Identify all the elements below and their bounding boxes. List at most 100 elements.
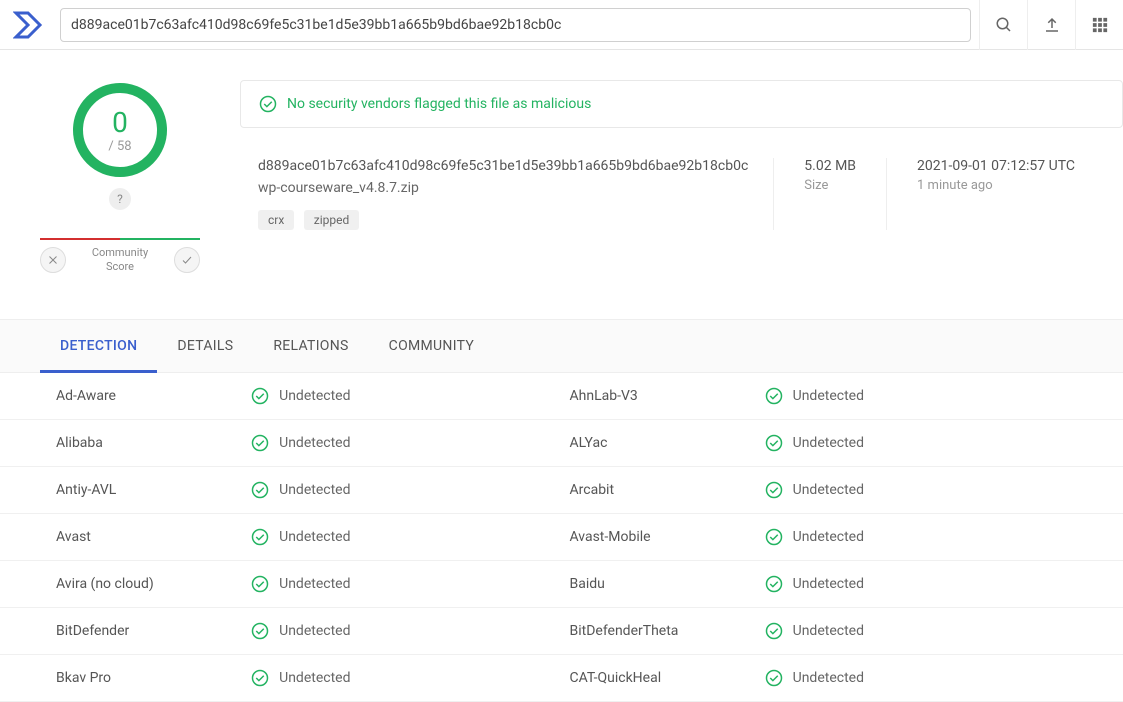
- detection-cell: CAT-QuickHeal Undetected: [570, 669, 1084, 687]
- search-button[interactable]: [979, 0, 1027, 50]
- vendor-name: ALYac: [570, 435, 765, 451]
- detection-cell: ALYac Undetected: [570, 434, 1084, 452]
- check-circle-icon: [765, 387, 783, 405]
- detection-cell: AlibabaUndetected: [56, 434, 570, 452]
- score-numerator: 0: [112, 106, 128, 139]
- time-block: 2021-09-01 07:12:57 UTC 1 minute ago: [886, 158, 1105, 230]
- result-text: Undetected: [793, 435, 864, 451]
- detection-result: Undetected: [765, 575, 1083, 593]
- detection-result: Undetected: [765, 434, 1083, 452]
- table-row: AvastUndetectedAvast-Mobile Undetected: [0, 514, 1123, 561]
- detection-result: Undetected: [765, 387, 1083, 405]
- vendor-name: Avast-Mobile: [570, 529, 765, 545]
- detection-result: Undetected: [765, 669, 1083, 687]
- status-banner: No security vendors flagged this file as…: [240, 80, 1123, 128]
- vendor-name: Antiy-AVL: [56, 482, 251, 498]
- detection-table: Ad-AwareUndetectedAhnLab-V3UndetectedAli…: [0, 373, 1123, 702]
- detection-cell: AvastUndetected: [56, 528, 570, 546]
- logo[interactable]: [8, 5, 48, 45]
- vendor-name: Bkav Pro: [56, 670, 251, 686]
- summary-section: 0 / 58 ? Community Score No security ven…: [0, 80, 1123, 295]
- detection-cell: BitDefenderUndetected: [56, 622, 570, 640]
- detail-column: No security vendors flagged this file as…: [240, 80, 1123, 275]
- table-row: BitDefenderUndetectedBitDefenderTheta Und…: [0, 608, 1123, 655]
- tab-relations[interactable]: RELATIONS: [253, 320, 368, 372]
- check-circle-icon: [251, 669, 269, 687]
- check-circle-icon: [765, 528, 783, 546]
- detection-cell: Avira (no cloud) Undetected: [56, 575, 570, 593]
- check-circle-icon: [251, 575, 269, 593]
- tag[interactable]: zipped: [304, 210, 359, 230]
- check-circle-icon: [765, 622, 783, 640]
- check-circle-icon: [765, 481, 783, 499]
- tab-details[interactable]: DETAILS: [157, 320, 253, 372]
- apps-button[interactable]: [1075, 0, 1123, 50]
- table-row: Avira (no cloud) Undetected Baidu Undetecte…: [0, 561, 1123, 608]
- file-hash: d889ace01b7c63afc410d98c69fe5c31be1d5e39…: [258, 158, 773, 174]
- detection-cell: Avast-Mobile Undetected: [570, 528, 1084, 546]
- vendor-name: Arcabit: [570, 482, 765, 498]
- upload-button[interactable]: [1027, 0, 1075, 50]
- search-input[interactable]: [71, 17, 960, 33]
- file-tags: crx zipped: [258, 210, 773, 230]
- search-container: [60, 8, 971, 42]
- detection-cell: Bkav Pro Undetected: [56, 669, 570, 687]
- file-name: wp-courseware_v4.8.7.zip: [258, 180, 773, 196]
- detection-result: Undetected: [251, 387, 569, 405]
- detection-result: Undetected: [765, 528, 1083, 546]
- vendor-name: BitDefenderTheta: [570, 623, 765, 639]
- detection-result: Undetected: [765, 622, 1083, 640]
- result-text: Undetected: [279, 529, 350, 545]
- vendor-name: AhnLab-V3: [570, 388, 765, 404]
- tab-community[interactable]: COMMUNITY: [369, 320, 494, 372]
- vendor-name: Avira (no cloud): [56, 576, 251, 592]
- banner-text: No security vendors flagged this file as…: [287, 96, 591, 112]
- vendor-name: Baidu: [570, 576, 765, 592]
- detection-result: Undetected: [251, 481, 569, 499]
- size-label: Size: [804, 178, 856, 193]
- vendor-name: Ad-Aware: [56, 388, 251, 404]
- result-text: Undetected: [793, 576, 864, 592]
- tag[interactable]: crx: [258, 210, 294, 230]
- vote-up-button[interactable]: [174, 247, 200, 273]
- detection-result: Undetected: [765, 481, 1083, 499]
- vote-down-button[interactable]: [40, 247, 66, 273]
- score-ring: 0 / 58: [70, 80, 170, 180]
- detection-result: Undetected: [251, 434, 569, 452]
- file-meta: d889ace01b7c63afc410d98c69fe5c31be1d5e39…: [240, 158, 1123, 230]
- size-value: 5.02 MB: [804, 158, 856, 174]
- check-circle-icon: [251, 387, 269, 405]
- result-text: Undetected: [793, 482, 864, 498]
- community-meter: [40, 238, 200, 240]
- score-denominator: / 58: [108, 139, 131, 154]
- check-circle-icon: [251, 622, 269, 640]
- score-column: 0 / 58 ? Community Score: [40, 80, 200, 275]
- tab-detection[interactable]: DETECTION: [40, 320, 157, 372]
- check-circle-icon: [251, 481, 269, 499]
- detection-cell: AhnLab-V3Undetected: [570, 387, 1084, 405]
- table-row: Antiy-AVLUndetectedArcabitUndetected: [0, 467, 1123, 514]
- result-text: Undetected: [793, 670, 864, 686]
- result-text: Undetected: [279, 576, 350, 592]
- help-icon[interactable]: ?: [109, 188, 131, 210]
- detection-cell: Ad-Aware Undetected: [56, 387, 570, 405]
- result-text: Undetected: [279, 388, 350, 404]
- vendor-name: Alibaba: [56, 435, 251, 451]
- result-text: Undetected: [793, 623, 864, 639]
- table-row: Bkav Pro Undetected CAT-QuickHeal Undetecte…: [0, 655, 1123, 702]
- result-text: Undetected: [279, 623, 350, 639]
- check-circle-icon: [259, 95, 277, 113]
- vendor-name: CAT-QuickHeal: [570, 670, 765, 686]
- table-row: AlibabaUndetectedALYacUndetected: [0, 420, 1123, 467]
- tab-bar: DETECTION DETAILS RELATIONS COMMUNITY: [0, 319, 1123, 373]
- community-score-label: Community Score: [70, 246, 170, 275]
- time-label: 1 minute ago: [917, 178, 1075, 193]
- check-circle-icon: [251, 528, 269, 546]
- detection-cell: Baidu Undetected: [570, 575, 1084, 593]
- size-block: 5.02 MB Size: [773, 158, 886, 230]
- result-text: Undetected: [793, 529, 864, 545]
- check-circle-icon: [765, 434, 783, 452]
- result-text: Undetected: [279, 670, 350, 686]
- main-content: 0 / 58 ? Community Score No security ven…: [0, 50, 1123, 702]
- detection-result: Undetected: [251, 528, 569, 546]
